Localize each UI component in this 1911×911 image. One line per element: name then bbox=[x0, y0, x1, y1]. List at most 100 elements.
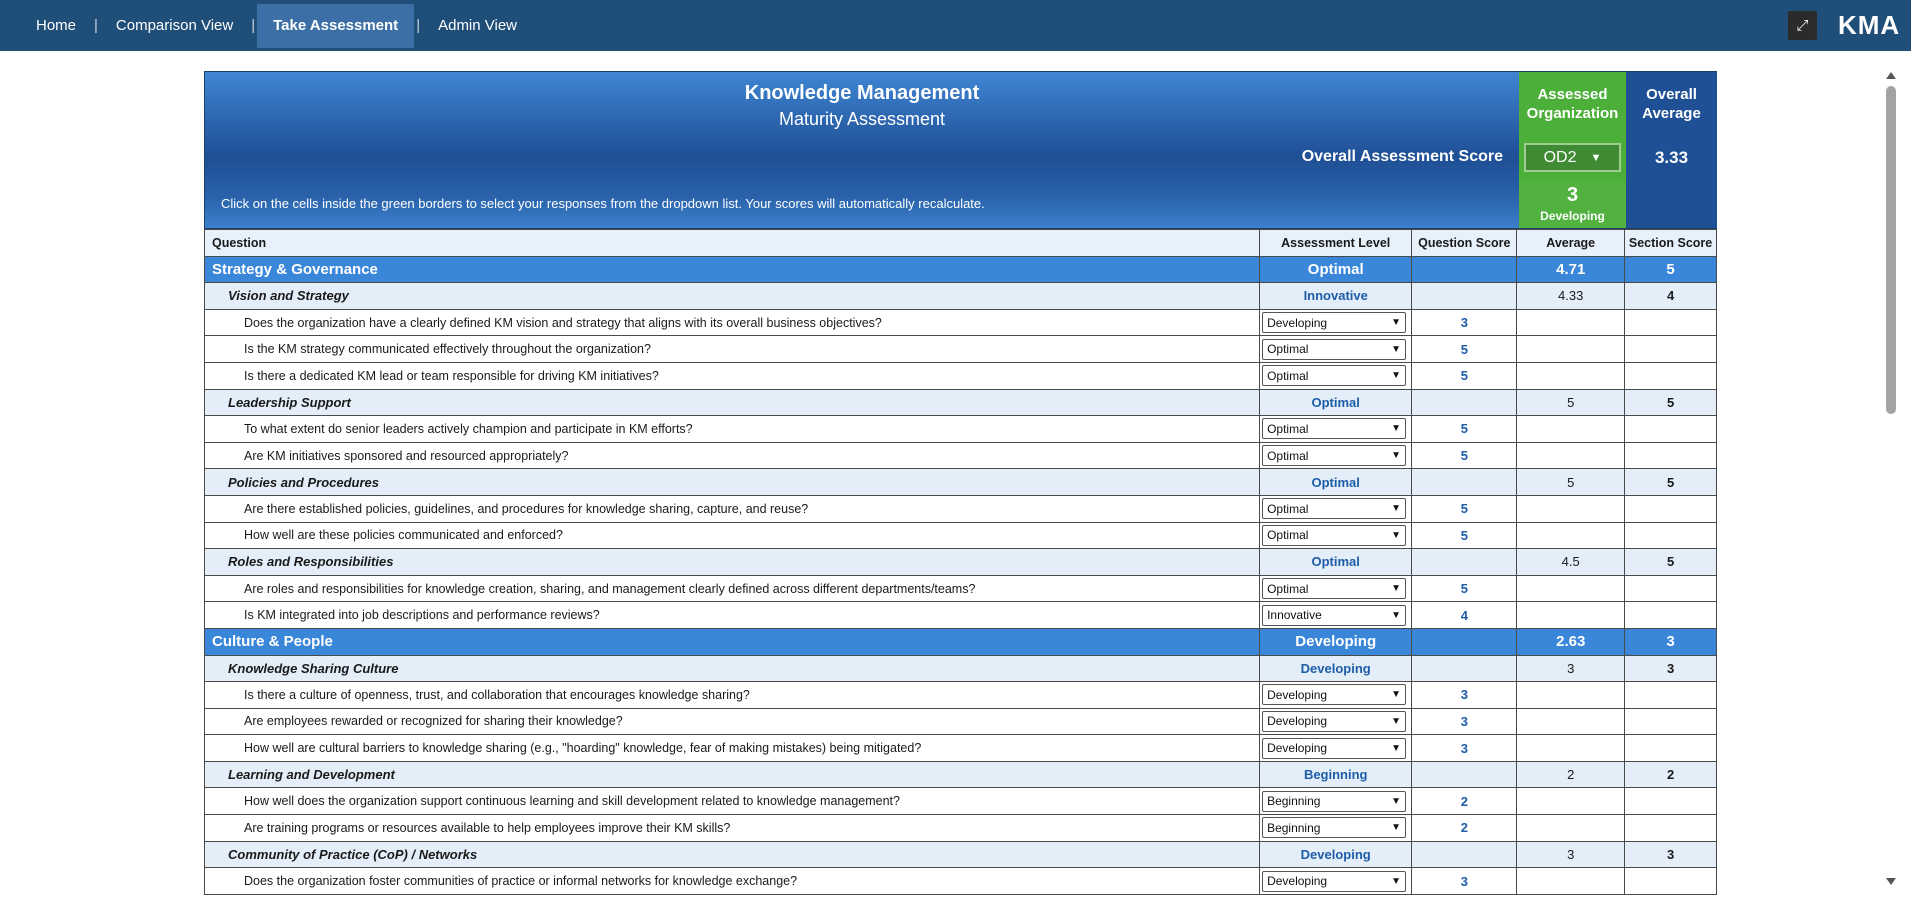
level-cell: Optimal ▼ bbox=[1259, 494, 1413, 523]
question-average bbox=[1516, 814, 1626, 842]
level-cell: Optimal ▼ bbox=[1259, 415, 1413, 443]
section-score: 5 bbox=[1624, 255, 1717, 284]
org-level: Developing bbox=[1540, 209, 1605, 223]
assessed-org-heading-line1: Assessed bbox=[1537, 86, 1608, 103]
level-dropdown-value: Optimal bbox=[1267, 342, 1309, 357]
level-dropdown-value: Beginning bbox=[1267, 794, 1321, 809]
subsection-row: Learning and Development Beginning 2 2 bbox=[203, 760, 1717, 789]
question-row: Is the KM strategy communicated effectiv… bbox=[203, 335, 1717, 363]
header-band: Knowledge Management Maturity Assessment… bbox=[204, 71, 1717, 229]
question-section-score bbox=[1624, 308, 1717, 337]
question-row: Are employees rewarded or recognized for… bbox=[203, 707, 1717, 736]
level-dropdown[interactable]: Developing ▼ bbox=[1262, 312, 1407, 334]
level-dropdown-value: Beginning bbox=[1267, 820, 1321, 835]
level-cell: Optimal ▼ bbox=[1259, 361, 1413, 390]
nav-home[interactable]: Home bbox=[20, 4, 92, 48]
nav-separator: | bbox=[416, 17, 421, 34]
question-section-score bbox=[1624, 707, 1717, 736]
level-dropdown-value: Developing bbox=[1267, 687, 1328, 702]
level-dropdown[interactable]: Developing ▼ bbox=[1262, 710, 1407, 732]
section-level: Developing bbox=[1259, 627, 1413, 656]
level-dropdown[interactable]: Optimal ▼ bbox=[1262, 578, 1407, 600]
subsection-row: Vision and Strategy Innovative 4.33 4 bbox=[203, 282, 1717, 310]
assessed-org-heading: Assessed Organization bbox=[1519, 85, 1626, 123]
subsection-level: Optimal bbox=[1259, 548, 1413, 576]
level-dropdown[interactable]: Optimal ▼ bbox=[1262, 365, 1407, 387]
expand-icon[interactable]: ⤢ bbox=[1788, 11, 1817, 40]
subsection-average: 3 bbox=[1516, 654, 1626, 683]
assessed-org-heading-line2: Organization bbox=[1526, 105, 1619, 122]
subsection-average: 2 bbox=[1516, 760, 1626, 789]
question-section-score bbox=[1624, 574, 1717, 603]
subsection-average: 4.33 bbox=[1516, 282, 1626, 310]
subsection-level: Innovative bbox=[1259, 282, 1413, 310]
question-average bbox=[1516, 361, 1626, 390]
level-dropdown[interactable]: Optimal ▼ bbox=[1262, 498, 1407, 520]
subsection-level: Beginning bbox=[1259, 760, 1413, 789]
subsection-name: Learning and Development bbox=[203, 760, 1261, 789]
chevron-down-icon: ▼ bbox=[1391, 742, 1402, 754]
overall-average-heading-line2: Average bbox=[1642, 105, 1701, 122]
question-average bbox=[1516, 415, 1626, 443]
chevron-down-icon: ▼ bbox=[1391, 822, 1402, 834]
subsection-question-score bbox=[1411, 654, 1518, 683]
question-average bbox=[1516, 308, 1626, 337]
question-score: 5 bbox=[1411, 335, 1518, 363]
subsection-level: Optimal bbox=[1259, 388, 1413, 417]
subsection-question-score bbox=[1411, 760, 1518, 789]
subsection-name: Community of Practice (CoP) / Networks bbox=[203, 840, 1261, 869]
chevron-down-icon: ▼ bbox=[1391, 795, 1402, 807]
level-dropdown-value: Developing bbox=[1267, 741, 1328, 756]
level-cell: Developing ▼ bbox=[1259, 734, 1413, 762]
level-dropdown[interactable]: Optimal ▼ bbox=[1262, 418, 1407, 440]
level-dropdown-value: Optimal bbox=[1267, 421, 1309, 436]
question-text: How well does the organization support c… bbox=[203, 787, 1261, 816]
question-row: How well are cultural barriers to knowle… bbox=[203, 734, 1717, 762]
col-question-score: Question Score bbox=[1411, 229, 1518, 257]
nav-take-assessment[interactable]: Take Assessment bbox=[257, 3, 415, 48]
level-dropdown-value: Developing bbox=[1267, 714, 1328, 729]
level-dropdown[interactable]: Optimal ▼ bbox=[1262, 338, 1407, 360]
level-cell: Innovative ▼ bbox=[1259, 601, 1413, 629]
question-score: 3 bbox=[1411, 867, 1518, 895]
question-score: 4 bbox=[1411, 601, 1518, 629]
question-text: Is there a dedicated KM lead or team res… bbox=[203, 361, 1261, 390]
subsection-name: Vision and Strategy bbox=[203, 282, 1261, 310]
subsection-level: Developing bbox=[1259, 654, 1413, 683]
question-text: Is KM integrated into job descriptions a… bbox=[203, 601, 1261, 629]
nav-items: Home | Comparison View | Take Assessment… bbox=[0, 0, 533, 51]
level-dropdown[interactable]: Developing ▼ bbox=[1262, 737, 1407, 759]
question-score: 3 bbox=[1411, 681, 1518, 709]
scroll-up-icon[interactable] bbox=[1886, 72, 1896, 79]
question-row: Is KM integrated into job descriptions a… bbox=[203, 601, 1717, 629]
org-select[interactable]: OD2 ▼ bbox=[1524, 143, 1621, 172]
subsection-average: 5 bbox=[1516, 388, 1626, 417]
scroll-down-icon[interactable] bbox=[1886, 878, 1896, 885]
nav-admin-view[interactable]: Admin View bbox=[422, 4, 533, 48]
level-cell: Optimal ▼ bbox=[1259, 335, 1413, 363]
level-dropdown[interactable]: Beginning ▼ bbox=[1262, 817, 1407, 839]
level-dropdown[interactable]: Beginning ▼ bbox=[1262, 790, 1407, 812]
subsection-question-score bbox=[1411, 388, 1518, 417]
level-dropdown[interactable]: Developing ▼ bbox=[1262, 870, 1407, 892]
level-dropdown[interactable]: Optimal ▼ bbox=[1262, 445, 1407, 467]
level-dropdown-value: Optimal bbox=[1267, 581, 1309, 596]
question-average bbox=[1516, 441, 1626, 470]
level-dropdown[interactable]: Optimal ▼ bbox=[1262, 524, 1407, 546]
table-body: Strategy & Governance Optimal 4.71 5 Vision … bbox=[203, 255, 1717, 895]
chevron-down-icon: ▼ bbox=[1391, 689, 1402, 701]
subsection-row: Knowledge Sharing Culture Developing 3 3 bbox=[203, 654, 1717, 683]
question-score: 5 bbox=[1411, 441, 1518, 470]
question-score: 5 bbox=[1411, 361, 1518, 390]
nav-comparison-view[interactable]: Comparison View bbox=[100, 4, 249, 48]
question-section-score bbox=[1624, 361, 1717, 390]
scroll-thumb[interactable] bbox=[1886, 86, 1896, 414]
question-row: Are training programs or resources avail… bbox=[203, 814, 1717, 842]
subsection-section-score: 5 bbox=[1624, 548, 1717, 576]
level-dropdown[interactable]: Developing ▼ bbox=[1262, 684, 1407, 706]
level-cell: Optimal ▼ bbox=[1259, 441, 1413, 470]
question-section-score bbox=[1624, 441, 1717, 470]
level-dropdown[interactable]: Innovative ▼ bbox=[1262, 604, 1407, 626]
scrollbar[interactable] bbox=[1884, 72, 1898, 892]
level-dropdown-value: Developing bbox=[1267, 315, 1328, 330]
